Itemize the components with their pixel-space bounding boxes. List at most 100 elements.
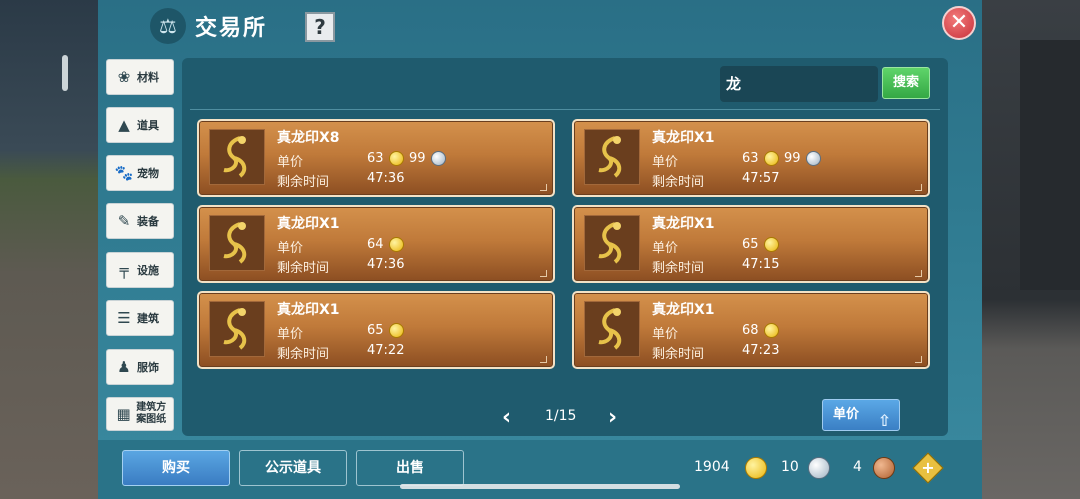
gold-coin-icon [745, 457, 767, 479]
gold-price: 64 [367, 237, 384, 252]
category-label: 装备 [137, 215, 159, 228]
corner-mark [540, 270, 547, 277]
category-clothing[interactable]: ♟ 服饰 [106, 349, 174, 385]
silver-coin-icon [431, 151, 446, 166]
listing-card[interactable]: 真龙印X1 单价 64 剩余时间 47:36 [197, 205, 555, 283]
category-blueprint[interactable]: ▦ 建筑方案图纸 [106, 397, 174, 431]
search-input[interactable]: 龙 [720, 66, 878, 102]
time-remaining: 47:23 [742, 343, 780, 358]
category-pets[interactable]: 🐾 宠物 [106, 155, 174, 191]
listing-card[interactable]: 真龙印X1 单价 65 剩余时间 47:15 [572, 205, 930, 283]
paw-icon: 🐾 [114, 164, 134, 182]
scales-icon: ⚖ [150, 8, 186, 44]
background-scene-right [980, 0, 1080, 499]
close-button[interactable]: ✕ [942, 6, 976, 40]
item-name: 真龙印X1 [652, 130, 715, 146]
gold-coin-icon [764, 323, 779, 338]
tab-buy[interactable]: 购买 [122, 450, 230, 486]
dragon-seal-icon [209, 215, 265, 271]
help-button[interactable]: ? [305, 12, 335, 42]
bronze-coin-icon [873, 457, 895, 479]
price-label: 单价 [277, 241, 304, 256]
facility-icon: ╤ [119, 261, 129, 279]
time-label: 剩余时间 [652, 261, 705, 276]
sort-arrow-icon: ⇧ [877, 411, 891, 430]
gold-coin-icon [764, 151, 779, 166]
dragon-seal-icon [209, 129, 265, 185]
time-remaining: 47:15 [742, 257, 780, 272]
item-name: 真龙印X8 [277, 130, 340, 146]
tab-public-items[interactable]: 公示道具 [239, 450, 347, 486]
silver-balance: 10 [781, 459, 799, 475]
price-label: 单价 [277, 155, 304, 170]
blueprint-icon: ▦ [116, 405, 131, 423]
category-building[interactable]: ☰ 建筑 [106, 300, 174, 336]
building-icon: ☰ [117, 309, 131, 327]
search-button[interactable]: 搜索 [882, 67, 930, 99]
sort-label: 单价 [833, 407, 860, 422]
time-remaining: 47:57 [742, 171, 780, 186]
item-name: 真龙印X1 [277, 216, 340, 232]
time-label: 剩余时间 [652, 175, 705, 190]
time-remaining: 47:36 [367, 257, 405, 272]
time-remaining: 47:36 [367, 171, 405, 186]
corner-mark [540, 356, 547, 363]
time-label: 剩余时间 [277, 175, 330, 190]
clothing-icon: ♟ [117, 358, 131, 376]
item-name: 真龙印X1 [277, 302, 340, 318]
price-label: 单价 [652, 241, 679, 256]
category-label: 服饰 [137, 361, 159, 374]
silver-coin-icon [806, 151, 821, 166]
corner-mark [915, 184, 922, 191]
time-label: 剩余时间 [277, 261, 330, 276]
category-materials[interactable]: ❀ 材料 [106, 59, 174, 95]
page-indicator: 1/15 [545, 408, 577, 424]
tab-sell[interactable]: 出售 [356, 450, 464, 486]
next-page-button[interactable]: › [608, 405, 617, 430]
time-label: 剩余时间 [652, 347, 705, 362]
side-handle[interactable] [62, 55, 68, 91]
category-label: 建筑 [137, 312, 159, 325]
gold-coin-icon [389, 323, 404, 338]
props-icon: ▲ [118, 116, 130, 134]
gold-coin-icon [389, 151, 404, 166]
corner-mark [540, 184, 547, 191]
item-name: 真龙印X1 [652, 302, 715, 318]
corner-mark [915, 356, 922, 363]
category-label: 宠物 [137, 167, 159, 180]
home-indicator[interactable] [400, 484, 680, 489]
gold-price: 65 [742, 237, 759, 252]
gold-price: 68 [742, 323, 759, 338]
gold-balance: 1904 [694, 459, 730, 475]
silver-coin-icon [808, 457, 830, 479]
price-label: 单价 [277, 327, 304, 342]
plus-icon: + [921, 458, 935, 477]
category-props[interactable]: ▲ 道具 [106, 107, 174, 143]
gold-price: 63 [742, 151, 759, 166]
silver-price: 99 [784, 151, 801, 166]
divider [190, 109, 940, 110]
bottom-bar [98, 440, 982, 499]
background-scene-left [0, 0, 100, 499]
corner-mark [915, 270, 922, 277]
dragon-seal-icon [209, 301, 265, 357]
category-facility[interactable]: ╤ 设施 [106, 252, 174, 288]
dragon-seal-icon [584, 129, 640, 185]
gold-coin-icon [389, 237, 404, 252]
gold-price: 65 [367, 323, 384, 338]
gold-price: 63 [367, 151, 384, 166]
dragon-seal-icon [584, 301, 640, 357]
prev-page-button[interactable]: ‹ [502, 405, 511, 430]
category-equipment[interactable]: ✎ 装备 [106, 203, 174, 239]
page-title: 交易所 [195, 16, 268, 41]
listing-card[interactable]: 真龙印X1 单价 65 剩余时间 47:22 [197, 291, 555, 369]
silver-price: 99 [409, 151, 426, 166]
gold-coin-icon [764, 237, 779, 252]
listing-card[interactable]: 真龙印X1 单价 68 剩余时间 47:23 [572, 291, 930, 369]
price-label: 单价 [652, 327, 679, 342]
category-label: 建筑方案图纸 [136, 402, 167, 425]
listing-card[interactable]: 真龙印X8 单价 63 99 剩余时间 47:36 [197, 119, 555, 197]
listing-card[interactable]: 真龙印X1 单价 63 99 剩余时间 47:57 [572, 119, 930, 197]
materials-icon: ❀ [117, 68, 131, 86]
sort-by-price-button[interactable]: 单价 ⇧ [822, 399, 900, 431]
